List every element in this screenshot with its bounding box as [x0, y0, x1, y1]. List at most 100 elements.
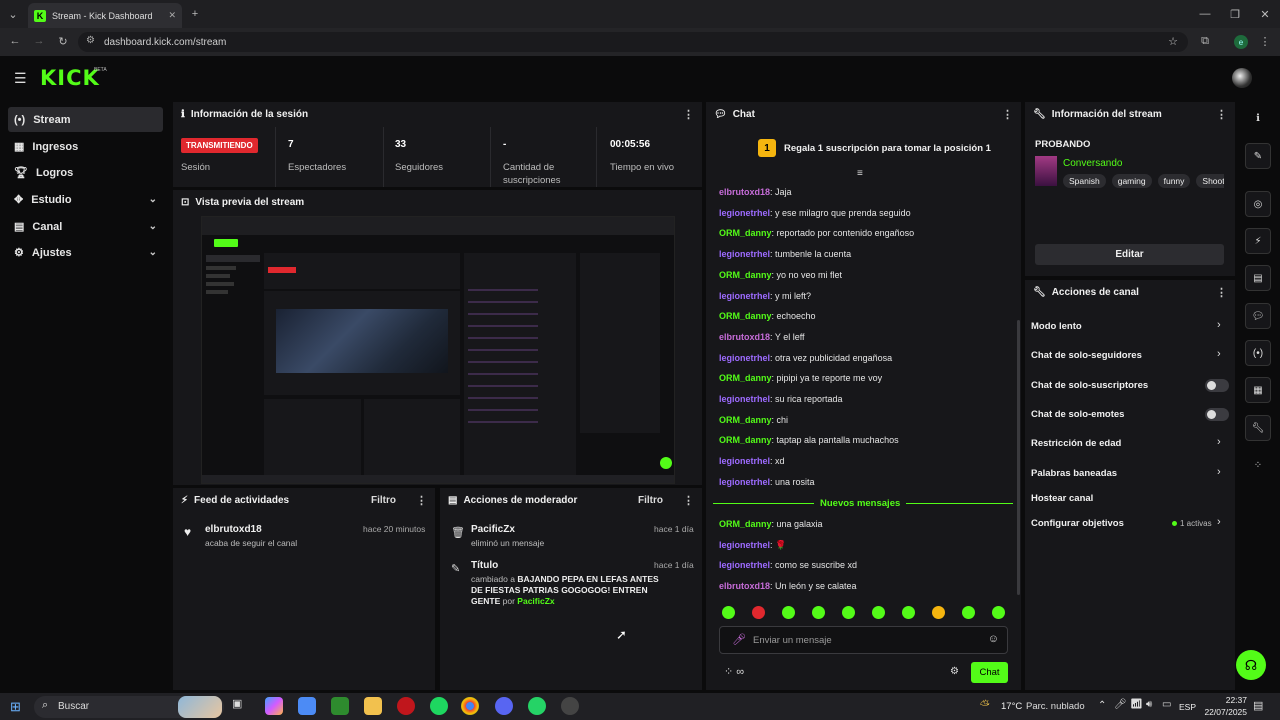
host-channel-item[interactable]: Hostear canal [1031, 493, 1093, 504]
goals-item[interactable]: Configurar objetivos [1031, 518, 1124, 529]
back-icon[interactable]: ← [8, 33, 22, 49]
mod-user[interactable]: PacificZx [471, 524, 515, 535]
windows-start-icon[interactable]: ⊞ [10, 699, 21, 715]
document-icon[interactable]: ▤ [1245, 265, 1271, 291]
chat-username[interactable]: legionetrhel [719, 477, 770, 487]
close-tab-icon[interactable]: ✕ [168, 10, 176, 21]
chat-username[interactable]: ORM_danny [719, 373, 772, 383]
more-options-icon[interactable]: ⋮ [1216, 286, 1227, 299]
chat-username[interactable]: ORM_danny [719, 311, 772, 321]
chevron-right-icon[interactable]: › [1217, 436, 1221, 448]
sidebar-item-ingresos[interactable]: ▦ Ingresos [8, 134, 163, 159]
profile-avatar[interactable]: e [1234, 35, 1248, 49]
chat-username[interactable]: elbrutoxd18 [719, 581, 770, 591]
layout-icon[interactable]: ▦ [1245, 377, 1271, 403]
broadcast-icon[interactable]: (•) [1245, 340, 1271, 366]
store-icon[interactable] [298, 697, 316, 715]
bookmark-star-icon[interactable]: ☆ [1168, 35, 1178, 48]
chevron-right-icon[interactable]: › [1217, 319, 1221, 331]
sidebar-item-logros[interactable]: 🏆︎ Logros [8, 160, 163, 185]
help-headset-button[interactable]: ☊ [1236, 650, 1266, 680]
followers-only-item[interactable]: Chat de solo-seguidores [1031, 350, 1142, 361]
chat-username[interactable]: ORM_danny [719, 228, 772, 238]
chat-username[interactable]: legionetrhel [719, 560, 770, 570]
battery-icon[interactable]: ▭ [1162, 699, 1171, 710]
emote-icon[interactable] [992, 606, 1005, 619]
chat-settings-icon[interactable]: ⚙ [950, 666, 959, 677]
browser-menu-icon[interactable]: ⋮ [1258, 33, 1272, 49]
sidebar-item-ajustes[interactable]: ⚙ Ajustes ⌄ [8, 240, 163, 265]
clock-time[interactable]: 22:37 [1205, 695, 1247, 705]
copilot-icon[interactable] [265, 697, 283, 715]
more-options-icon[interactable]: ⋮ [1002, 108, 1013, 121]
emote-icon[interactable] [842, 606, 855, 619]
obs-icon[interactable] [561, 697, 579, 715]
chat-username[interactable]: ORM_danny [719, 435, 772, 445]
mod-user-link[interactable]: PacificZx [517, 596, 554, 606]
close-window-icon[interactable]: ✕ [1258, 6, 1272, 22]
chat-username[interactable]: elbrutoxd18 [719, 332, 770, 342]
hamburger-menu-icon[interactable]: ☰ [14, 70, 27, 87]
emote-icon[interactable] [812, 606, 825, 619]
emote-icon[interactable] [752, 606, 765, 619]
chat-username[interactable]: ORM_danny [719, 415, 772, 425]
microphone-tray-icon[interactable]: 🎤︎ [1114, 699, 1127, 710]
taskbar-search[interactable]: ⌕ Buscar [34, 696, 224, 718]
clock-date[interactable]: 22/07/2025 [1195, 707, 1247, 718]
emoji-picker-icon[interactable]: ☺ [988, 633, 999, 645]
tab-list-icon[interactable]: ⌄ [4, 6, 22, 22]
chat-username[interactable]: ORM_danny [719, 519, 772, 529]
emote-icon[interactable] [722, 606, 735, 619]
activity-user[interactable]: elbrutoxd18 [205, 524, 262, 535]
chat-username[interactable]: legionetrhel [719, 540, 770, 550]
edit-pencil-icon[interactable]: ✎ [1245, 143, 1271, 169]
site-info-icon[interactable]: ⚙ [86, 35, 95, 46]
user-avatar[interactable] [1232, 68, 1252, 88]
filter-button[interactable]: Filtro [638, 495, 663, 506]
microphone-icon[interactable]: 🎤︎ [732, 633, 746, 646]
minecraft-icon[interactable] [331, 697, 349, 715]
chevron-right-icon[interactable]: › [1217, 516, 1221, 528]
minimize-icon[interactable]: — [1198, 6, 1212, 22]
weather-temp[interactable]: 17°C [1001, 701, 1022, 712]
notifications-icon[interactable]: ▤ [1253, 699, 1263, 712]
chat-username[interactable]: legionetrhel [719, 353, 770, 363]
tray-chevron-icon[interactable]: ⌃ [1098, 700, 1106, 711]
chat-username[interactable]: ORM_danny [719, 270, 772, 280]
edit-stream-button[interactable]: Editar [1035, 244, 1224, 265]
more-options-icon[interactable]: ⋮ [683, 108, 694, 121]
task-view-icon[interactable]: ▣ [232, 697, 250, 715]
subs-only-toggle[interactable] [1205, 379, 1229, 392]
restore-icon[interactable]: ❐ [1228, 6, 1242, 22]
chat-input[interactable]: 🎤︎ Enviar un mensaje ☺ [719, 626, 1008, 654]
chat-username[interactable]: legionetrhel [719, 208, 770, 218]
wrench-icon[interactable]: 🔧︎ [1245, 415, 1271, 441]
whatsapp-icon[interactable] [528, 697, 546, 715]
chrome-icon[interactable] [461, 697, 479, 715]
chat-username[interactable]: legionetrhel [719, 456, 770, 466]
chevron-right-icon[interactable]: › [1217, 348, 1221, 360]
chevron-right-icon[interactable]: › [1217, 466, 1221, 478]
chat-username[interactable]: legionetrhel [719, 394, 770, 404]
emote-icon[interactable] [902, 606, 915, 619]
volume-icon[interactable]: 🔊︎ [1146, 699, 1152, 710]
stream-video-preview[interactable] [201, 216, 675, 484]
more-options-icon[interactable]: ⋮ [416, 494, 427, 507]
send-chat-button[interactable]: Chat [971, 662, 1008, 683]
chat-username[interactable]: legionetrhel [719, 291, 770, 301]
sidebar-item-stream[interactable]: (•) Stream [8, 107, 163, 132]
chat-scrollbar[interactable] [1017, 320, 1020, 595]
new-tab-icon[interactable]: + [188, 6, 202, 22]
reload-icon[interactable]: ↻ [56, 33, 70, 49]
chat-username[interactable]: legionetrhel [719, 249, 770, 259]
wifi-icon[interactable]: 📶︎ [1130, 699, 1143, 710]
forward-icon[interactable]: → [32, 33, 46, 49]
kick-logo[interactable]: KICK [40, 66, 100, 90]
more-options-icon[interactable]: ⋮ [1216, 108, 1227, 121]
emote-icon[interactable] [782, 606, 795, 619]
filter-button[interactable]: Filtro [371, 495, 396, 506]
points-icon[interactable]: ⁘ ∞ [724, 665, 744, 678]
discord-icon[interactable] [495, 697, 513, 715]
age-restriction-item[interactable]: Restricción de edad [1031, 438, 1121, 449]
lightning-icon[interactable]: ⚡︎ [1245, 228, 1271, 254]
